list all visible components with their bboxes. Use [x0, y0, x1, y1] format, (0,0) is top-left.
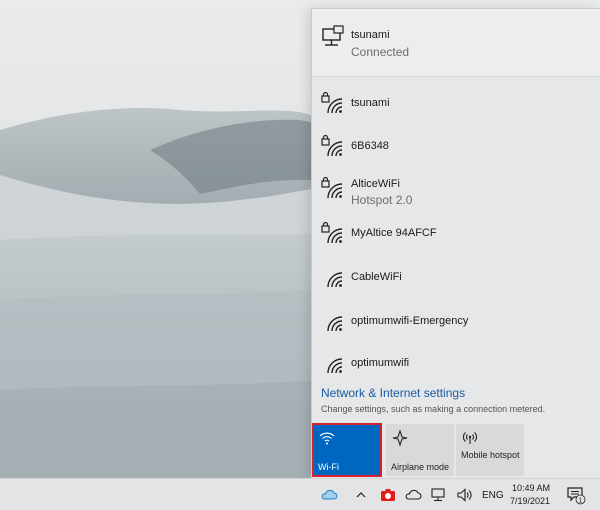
wifi-network-name: 6B6348 [351, 140, 389, 152]
wifi-network-item[interactable]: AlticeWiFi Hotspot 2.0 [312, 168, 600, 212]
camera-icon[interactable] [379, 486, 397, 504]
wifi-toggle-button[interactable]: Wi-Fi [312, 423, 382, 477]
secured-wifi-icon [320, 134, 346, 160]
airplane-mode-button[interactable]: Airplane mode [386, 424, 454, 476]
wifi-icon [318, 429, 336, 447]
open-wifi-icon [320, 309, 346, 335]
wifi-network-name: CableWiFi [351, 271, 402, 283]
network-tray-icon[interactable] [430, 486, 448, 504]
wifi-network-item[interactable]: MyAltice 94AFCF [312, 211, 600, 255]
chevron-up-icon[interactable] [352, 486, 370, 504]
airplane-icon [391, 429, 409, 447]
wifi-network-subtitle: Hotspot 2.0 [351, 193, 413, 207]
taskbar: ENG 10:49 AM 7/19/2021 1 [0, 478, 600, 510]
connected-network-status: Connected [351, 45, 410, 59]
connected-network-name: tsunami [351, 29, 390, 41]
secured-wifi-icon [320, 221, 346, 247]
network-settings-link[interactable]: Network & Internet settings [321, 386, 465, 400]
onedrive-cloud-icon[interactable] [320, 486, 338, 504]
airplane-mode-label: Airplane mode [391, 462, 450, 472]
wifi-network-name: MyAltice 94AFCF [351, 227, 437, 239]
wifi-toggle-label: Wi-Fi [318, 462, 339, 472]
input-language-indicator[interactable]: ENG [482, 490, 504, 501]
wifi-network-name: tsunami [351, 97, 390, 109]
wifi-network-item[interactable]: optimumwifi [312, 341, 600, 385]
hotspot-icon [461, 429, 479, 447]
connected-network[interactable]: tsunami Connected [312, 9, 600, 77]
mobile-hotspot-label: Mobile hotspot [461, 450, 520, 460]
volume-icon[interactable] [455, 486, 473, 504]
wifi-network-item[interactable]: CableWiFi [312, 255, 600, 299]
notification-count-badge: 1 [579, 497, 583, 504]
wifi-network-item[interactable]: optimumwifi-Emergency [312, 299, 600, 343]
clock-time[interactable]: 10:49 AM [512, 483, 550, 493]
clock-date[interactable]: 7/19/2021 [510, 496, 550, 506]
ethernet-icon [320, 25, 346, 51]
wifi-network-item[interactable]: tsunami [312, 81, 600, 125]
network-flyout: tsunami Connected tsunami 6B6348 AlticeWiF… [311, 8, 600, 478]
cloud-icon[interactable] [404, 486, 422, 504]
wifi-network-name: optimumwifi-Emergency [351, 315, 469, 327]
secured-wifi-icon [320, 176, 346, 202]
wifi-network-name: optimumwifi [351, 357, 410, 369]
secured-wifi-icon [320, 91, 346, 117]
wifi-network-item[interactable]: 6B6348 [312, 124, 600, 168]
wifi-network-name: AlticeWiFi [351, 178, 400, 190]
network-settings-description: Change settings, such as making a connec… [321, 404, 546, 414]
open-wifi-icon [320, 351, 346, 377]
notification-center-icon[interactable]: 1 [566, 485, 586, 505]
open-wifi-icon [320, 265, 346, 291]
mobile-hotspot-button[interactable]: Mobile hotspot [456, 424, 524, 476]
